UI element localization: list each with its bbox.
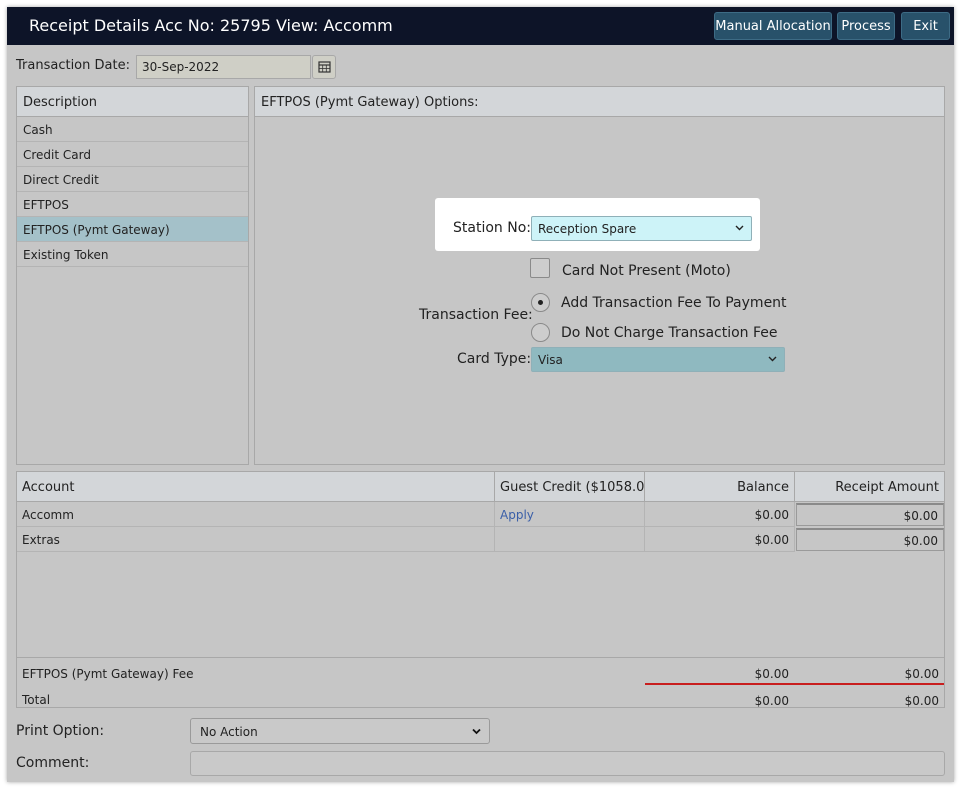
account-name-cell: Accomm — [17, 502, 495, 527]
add-fee-radio[interactable] — [531, 293, 550, 312]
chevron-down-icon — [768, 356, 777, 362]
no-fee-label: Do Not Charge Transaction Fee — [561, 325, 778, 341]
guest-credit-column-header: Guest Credit ($1058.00) — [495, 472, 658, 502]
balance-cell: $0.00 — [645, 527, 795, 552]
exit-button[interactable]: Exit — [901, 12, 950, 40]
process-button[interactable]: Process — [837, 12, 895, 40]
receipt-amount-column-header: Receipt Amount — [795, 472, 944, 502]
receipt-amount-input[interactable]: $0.00 — [796, 528, 944, 551]
transaction-date-input[interactable]: 30-Sep-2022 — [136, 55, 311, 79]
account-name-cell: Extras — [17, 527, 495, 552]
transaction-fee-label: Transaction Fee: — [419, 307, 533, 323]
payment-method-list: Description Cash Credit Card Direct Cred… — [16, 86, 249, 465]
calendar-icon — [318, 61, 331, 73]
card-not-present-label: Card Not Present (Moto) — [562, 263, 731, 279]
footer-divider — [17, 657, 944, 658]
add-fee-label: Add Transaction Fee To Payment — [561, 295, 787, 311]
print-option-select[interactable]: No Action — [190, 718, 490, 744]
payment-method-direct-credit[interactable]: Direct Credit — [17, 167, 248, 192]
options-header: EFTPOS (Pymt Gateway) Options: — [255, 87, 944, 117]
card-type-select[interactable]: Visa — [531, 347, 785, 372]
chevron-down-icon — [472, 728, 481, 735]
comment-input[interactable] — [190, 751, 945, 776]
fee-underline — [645, 683, 944, 685]
calendar-button[interactable] — [312, 55, 336, 79]
print-option-label: Print Option: — [16, 723, 105, 739]
total-row-label: Total — [22, 693, 51, 707]
payment-method-cash[interactable]: Cash — [17, 117, 248, 142]
balance-column-header: Balance — [645, 472, 795, 502]
payment-method-eftpos-pymt-gateway[interactable]: EFTPOS (Pymt Gateway) — [17, 217, 248, 242]
guest-credit-cell — [495, 527, 645, 552]
card-not-present-checkbox[interactable] — [530, 258, 550, 278]
payment-method-credit-card[interactable]: Credit Card — [17, 142, 248, 167]
transaction-date-label: Transaction Date: — [16, 58, 130, 73]
comment-label: Comment: — [16, 755, 90, 771]
account-column-header: Account — [17, 472, 495, 502]
apply-link[interactable]: Apply — [500, 508, 534, 522]
window-title: Receipt Details Acc No: 25795 View: Acco… — [29, 16, 393, 35]
manual-allocation-button[interactable]: Manual Allocation — [714, 12, 832, 40]
fee-balance: $0.00 — [754, 667, 789, 681]
payment-method-eftpos[interactable]: EFTPOS — [17, 192, 248, 217]
station-no-value: Reception Spare — [538, 222, 637, 236]
guest-credit-cell: Apply — [495, 502, 645, 527]
total-balance: $0.00 — [754, 694, 789, 708]
fee-row-label: EFTPOS (Pymt Gateway) Fee — [22, 667, 194, 681]
balance-cell: $0.00 — [645, 502, 795, 527]
payment-method-existing-token[interactable]: Existing Token — [17, 242, 248, 267]
no-fee-radio[interactable] — [531, 323, 550, 342]
accounts-grid: Account Guest Credit ($1058.00) Balance … — [16, 471, 945, 708]
card-type-label: Card Type: — [457, 351, 532, 367]
fee-receipt-amount: $0.00 — [904, 667, 939, 681]
total-receipt-amount: $0.00 — [904, 694, 939, 708]
print-option-value: No Action — [200, 725, 258, 739]
station-no-label: Station No: — [453, 220, 531, 236]
title-bar: Receipt Details Acc No: 25795 View: Acco… — [7, 7, 954, 45]
receipt-details-window: Receipt Details Acc No: 25795 View: Acco… — [7, 7, 954, 782]
chevron-down-icon — [735, 225, 744, 231]
station-no-select[interactable]: Reception Spare — [531, 216, 752, 241]
receipt-amount-input[interactable]: $0.00 — [796, 503, 944, 526]
description-header: Description — [17, 87, 248, 117]
card-type-value: Visa — [538, 353, 563, 367]
